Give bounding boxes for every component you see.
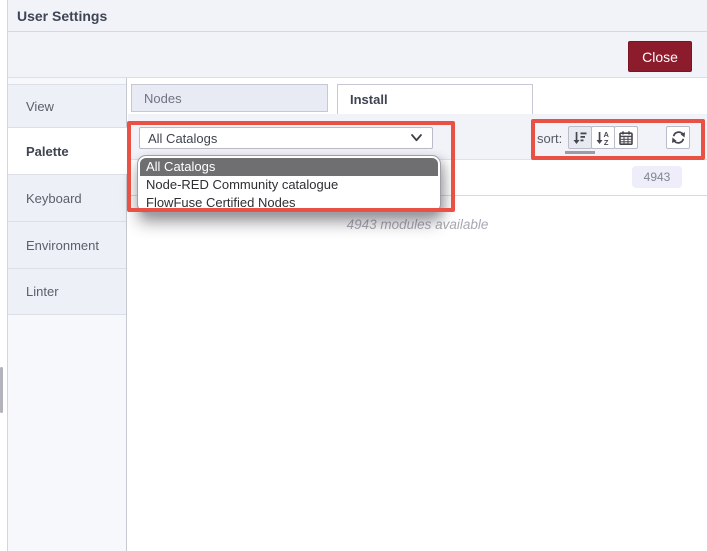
- catalog-dropdown-list: All Catalogs Node-RED Community catalogu…: [137, 155, 441, 213]
- sidebar-item-linter[interactable]: Linter: [8, 268, 126, 315]
- sidebar-item-label: Keyboard: [26, 190, 82, 206]
- dialog-header: User Settings: [8, 0, 707, 32]
- chevron-down-icon: [409, 131, 424, 145]
- sidebar-item-label: Linter: [26, 284, 59, 299]
- sidebar-item-environment[interactable]: Environment: [8, 221, 126, 268]
- tab-install[interactable]: Install: [337, 84, 533, 114]
- tab-nodes[interactable]: Nodes: [131, 84, 328, 112]
- tab-label: Install: [350, 92, 388, 107]
- refresh-button[interactable]: [666, 126, 690, 149]
- modules-available-text: 4943 modules available: [346, 217, 489, 232]
- sidebar-item-label: Environment: [26, 237, 99, 253]
- module-count-badge: 4943: [632, 166, 682, 188]
- sort-alpha-icon: A Z: [595, 130, 611, 146]
- dialog-button-bar: Close: [8, 32, 707, 78]
- sort-recent-button[interactable]: [614, 126, 638, 149]
- close-button[interactable]: Close: [628, 41, 692, 72]
- sort-alphabetical-button[interactable]: A Z: [591, 126, 615, 149]
- scrollbar-thumb[interactable]: [0, 367, 3, 413]
- sidebar-item-label: Palette: [26, 143, 69, 159]
- dropdown-option-all-catalogs[interactable]: All Catalogs: [140, 158, 438, 176]
- dropdown-option-flowfuse-certified[interactable]: FlowFuse Certified Nodes: [140, 194, 438, 212]
- dropdown-option-nodered-community[interactable]: Node-RED Community catalogue: [140, 176, 438, 194]
- sidebar-item-view[interactable]: View: [8, 84, 126, 127]
- catalog-select[interactable]: All Catalogs: [139, 127, 433, 149]
- sidebar-item-keyboard[interactable]: Keyboard: [8, 174, 126, 221]
- catalog-select-value: All Catalogs: [148, 130, 218, 146]
- calendar-icon: [618, 130, 634, 146]
- sidebar-item-label: View: [26, 98, 54, 114]
- dialog-left-border: [7, 0, 8, 551]
- sort-amount-desc-icon: [572, 130, 588, 146]
- sort-label: sort:: [537, 130, 563, 146]
- settings-sidebar: View Palette Keyboard Environment Linter: [8, 78, 127, 551]
- refresh-icon: [671, 130, 686, 145]
- sort-recommended-button[interactable]: [568, 126, 592, 149]
- svg-text:Z: Z: [604, 138, 609, 146]
- palette-panel: Nodes Install All Catalogs sort: A Z 494…: [128, 78, 707, 551]
- sidebar-item-palette[interactable]: Palette: [8, 127, 127, 174]
- sort-button-group: A Z: [568, 126, 638, 149]
- active-sort-indicator: [565, 151, 595, 154]
- dialog-title: User Settings: [17, 7, 108, 24]
- tab-label: Nodes: [144, 90, 182, 106]
